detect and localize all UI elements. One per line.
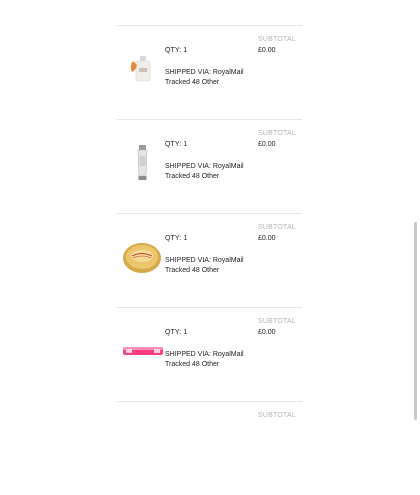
shipping-info: SHIPPED VIA: RoyalMail Tracked 48 Other <box>165 162 257 182</box>
order-item: QTY: 1 SHIPPED VIA: RoyalMail Tracked 48… <box>117 308 302 402</box>
quantity-label: QTY: 1 <box>165 47 188 54</box>
product-image[interactable] <box>120 48 164 92</box>
compact-icon <box>123 243 161 273</box>
shipping-info: SHIPPED VIA: RoyalMail Tracked 48 Other <box>165 256 257 276</box>
subtotal-label: SUBTOTAL <box>258 318 296 325</box>
shipping-method: SHIPPED VIA: RoyalMail <box>165 257 244 264</box>
product-image[interactable] <box>120 330 164 374</box>
order-items-list: QTY: 1 SHIPPED VIA: RoyalMail Tracked 48… <box>117 0 302 495</box>
subtotal-label: SUBTOTAL <box>258 412 296 419</box>
perfume-bottle-icon <box>130 56 151 82</box>
shipping-method: SHIPPED VIA: RoyalMail <box>165 69 244 76</box>
shipping-method: SHIPPED VIA: RoyalMail <box>165 163 244 170</box>
quantity-label: QTY: 1 <box>165 235 188 242</box>
subtotal-value: £0.00 <box>258 141 276 148</box>
order-item: QTY: 1 SHIPPED VIA: RoyalMail Tracked 48… <box>117 26 302 120</box>
product-image[interactable] <box>120 236 164 280</box>
shipping-service: Tracked 48 Other <box>165 173 220 180</box>
order-item: QTY: 1 SHIPPED VIA: RoyalMail Tracked 48… <box>117 120 302 214</box>
shipping-service: Tracked 48 Other <box>165 267 220 274</box>
lip-balm-icon <box>123 347 163 355</box>
subtotal-label: SUBTOTAL <box>258 130 296 137</box>
shipping-service: Tracked 48 Other <box>165 79 220 86</box>
subtotal-value: £0.00 <box>258 329 276 336</box>
shipping-info: SHIPPED VIA: RoyalMail Tracked 48 Other <box>165 350 257 370</box>
subtotal-label: SUBTOTAL <box>258 224 296 231</box>
scrollbar[interactable] <box>414 222 417 420</box>
quantity-label: QTY: 1 <box>165 141 188 148</box>
tube-icon <box>137 145 148 180</box>
shipping-service: Tracked 48 Other <box>165 361 220 368</box>
product-image[interactable] <box>120 142 164 186</box>
subtotal-value: £0.00 <box>258 235 276 242</box>
subtotal-value: £0.00 <box>258 47 276 54</box>
order-item: SUBTOTAL <box>117 402 302 495</box>
shipping-method: SHIPPED VIA: RoyalMail <box>165 351 244 358</box>
quantity-label: QTY: 1 <box>165 329 188 336</box>
subtotal-label: SUBTOTAL <box>258 36 296 43</box>
shipping-info: SHIPPED VIA: RoyalMail Tracked 48 Other <box>165 68 257 88</box>
order-item: QTY: 1 SHIPPED VIA: RoyalMail Tracked 48… <box>117 214 302 308</box>
